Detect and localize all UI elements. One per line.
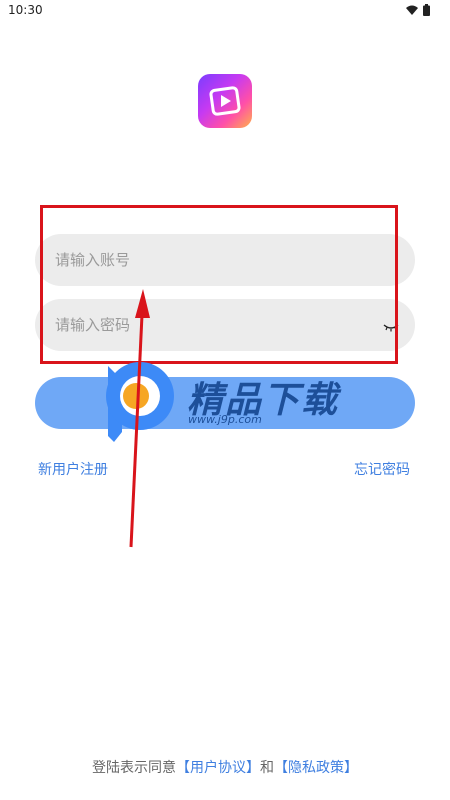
battery-icon [423,4,430,16]
forgot-password-link[interactable]: 忘记密码 [354,459,410,479]
login-button[interactable]: 登录 [35,377,415,429]
app-logo [198,74,252,128]
footer-prefix: 登陆表示同意 [92,760,176,776]
video-play-icon [209,86,241,116]
password-field[interactable] [35,299,415,351]
eye-closed-icon[interactable] [383,318,399,332]
status-icons [406,4,430,16]
account-input[interactable] [35,234,415,286]
status-bar: 10:30 [0,0,450,22]
password-input[interactable] [35,299,415,351]
wifi-icon [406,5,418,15]
footer-conjunction: 和 [260,760,274,776]
register-link[interactable]: 新用户注册 [38,459,108,479]
privacy-policy-link[interactable]: 【隐私政策】 [274,760,358,776]
terms-footer: 登陆表示同意【用户协议】和【隐私政策】 [0,757,450,777]
user-agreement-link[interactable]: 【用户协议】 [176,760,260,776]
account-field[interactable] [35,234,415,286]
status-time: 10:30 [8,3,43,17]
